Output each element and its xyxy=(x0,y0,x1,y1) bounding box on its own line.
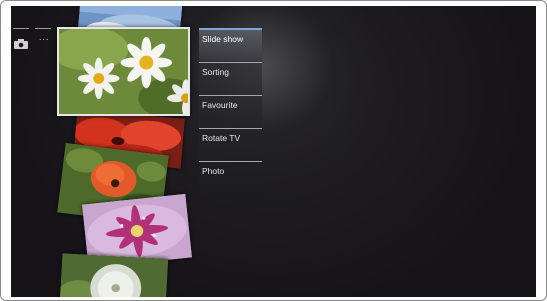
context-menu: Slide show Sorting Favourite Rotate TV P… xyxy=(199,28,262,196)
photo-thumbnail-dandelion[interactable] xyxy=(59,253,169,297)
menu-item-favourite[interactable]: Favourite xyxy=(199,95,262,128)
status-divider xyxy=(13,28,29,29)
menu-item-rotate-tv[interactable]: Rotate TV xyxy=(199,128,262,161)
photo-thumbnail-daisies-selected[interactable] xyxy=(57,27,190,116)
status-dots: ... xyxy=(39,32,50,42)
status-divider xyxy=(35,28,51,29)
menu-item-slide-show[interactable]: Slide show xyxy=(199,28,262,61)
tv-frame: ... Slide show Sorting Favourite Rotate … xyxy=(0,0,547,301)
menu-item-photo[interactable]: Photo xyxy=(199,161,262,194)
status-area: ... xyxy=(11,6,57,66)
tv-screen: ... Slide show Sorting Favourite Rotate … xyxy=(11,6,536,297)
camera-icon xyxy=(14,39,28,49)
menu-item-sorting[interactable]: Sorting xyxy=(199,62,262,95)
